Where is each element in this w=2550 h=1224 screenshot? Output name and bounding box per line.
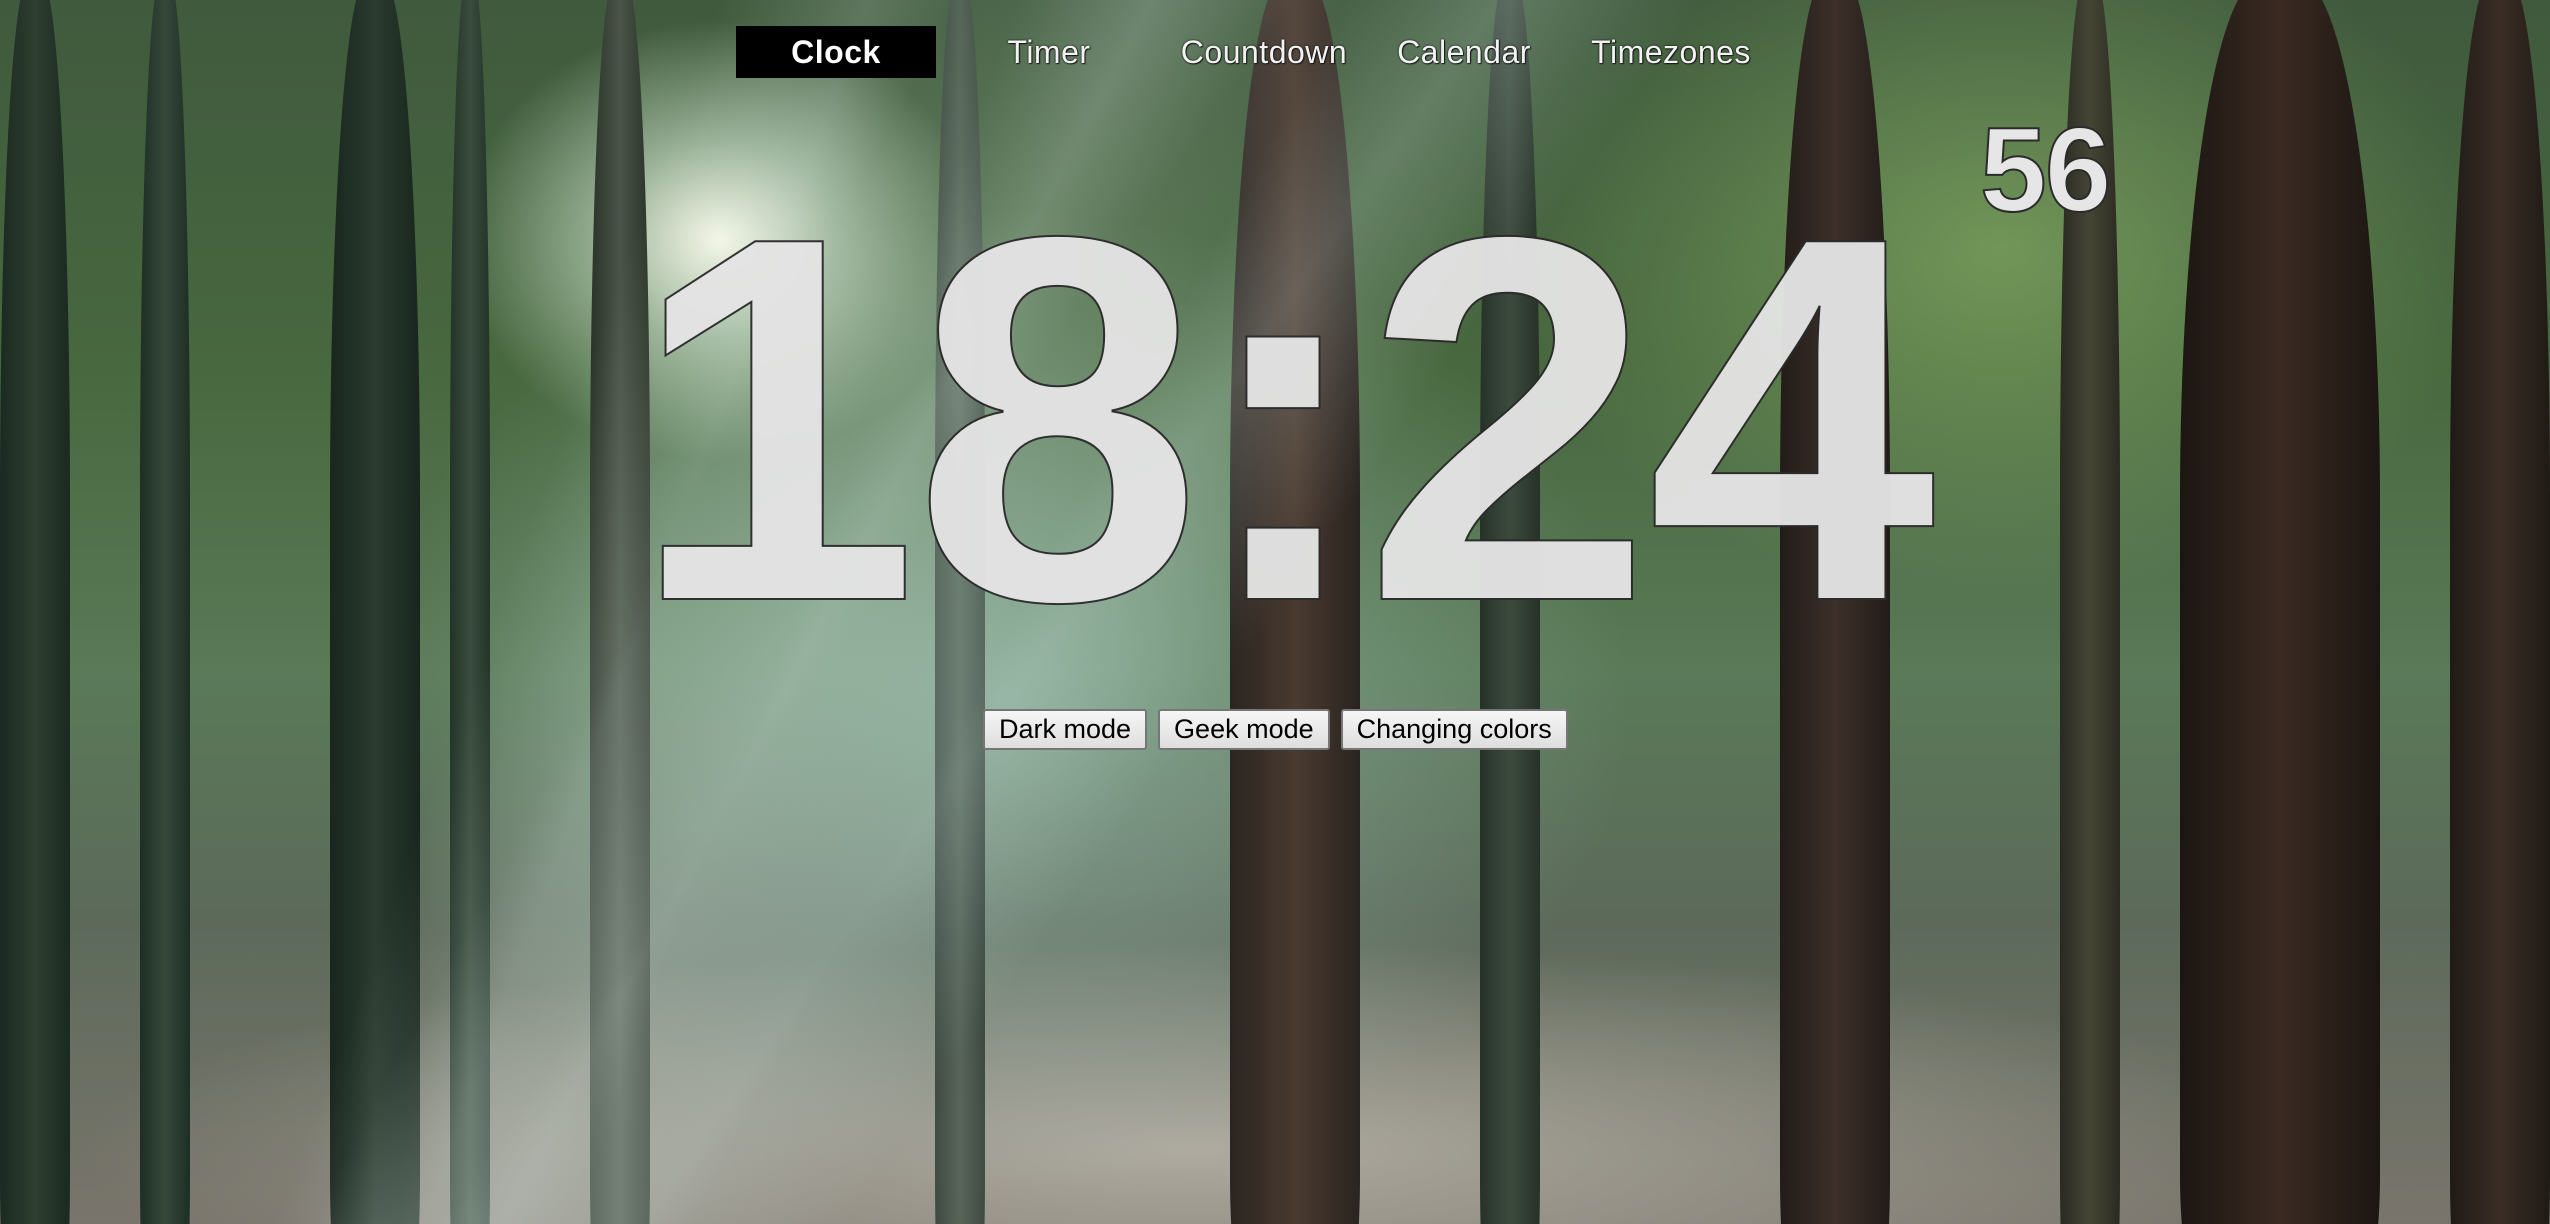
nav-tab-countdown[interactable]: Countdown [1162, 26, 1366, 78]
nav-tab-clock[interactable]: Clock [736, 26, 936, 78]
dark-mode-button[interactable]: Dark mode [983, 709, 1148, 750]
top-nav: Clock Timer Countdown Calendar Timezones [736, 26, 1780, 78]
nav-tab-timezones[interactable]: Timezones [1562, 26, 1780, 78]
geek-mode-button[interactable]: Geek mode [1158, 709, 1330, 750]
clock-page: Clock Timer Countdown Calendar Timezones… [0, 0, 2550, 1224]
clock-time: 18:24 [629, 129, 1937, 710]
nav-tab-timer[interactable]: Timer [936, 26, 1162, 78]
changing-colors-button[interactable]: Changing colors [1340, 709, 1568, 750]
mode-buttons: Dark mode Geek mode Changing colors [983, 709, 1568, 750]
clock-seconds: 56 [1979, 103, 2112, 237]
nav-tab-calendar[interactable]: Calendar [1366, 26, 1562, 78]
